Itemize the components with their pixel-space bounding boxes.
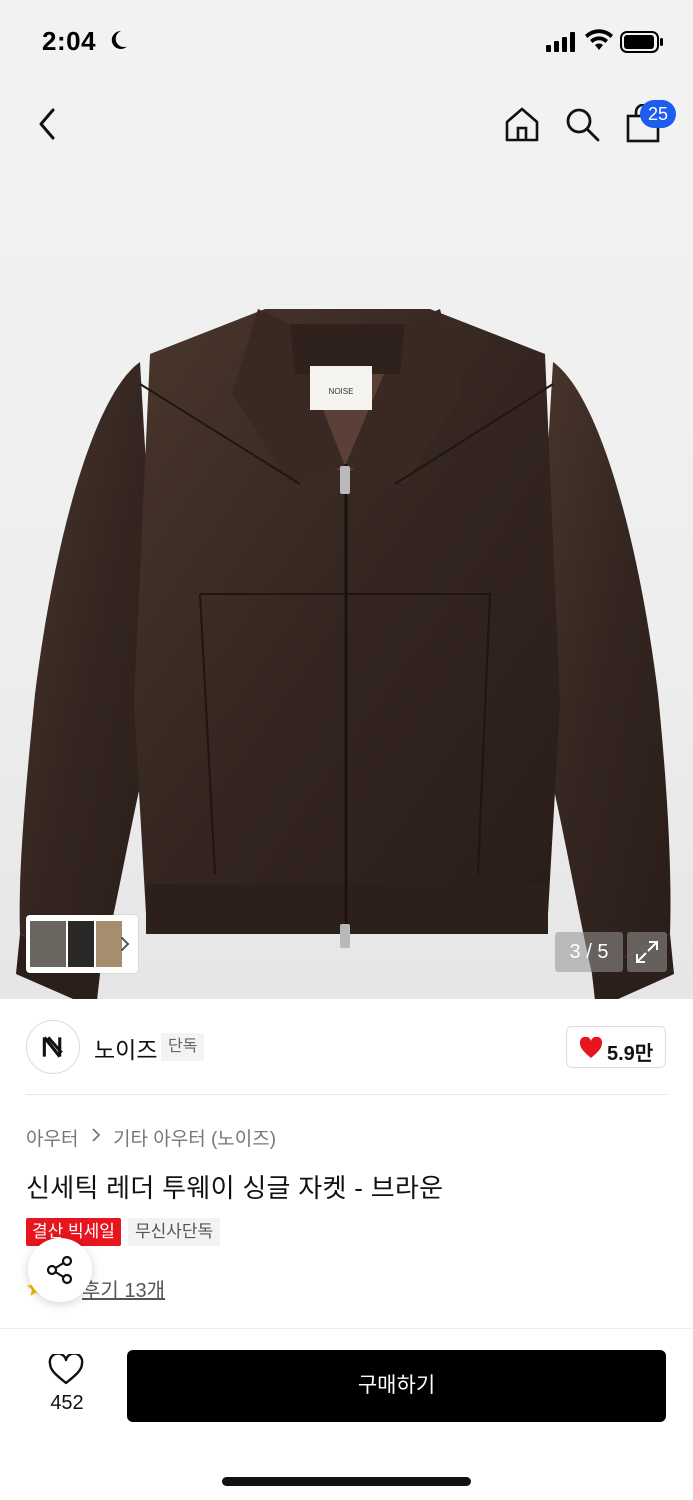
review-link[interactable]: 후기 13개 xyxy=(82,1274,165,1303)
share-button[interactable] xyxy=(28,1238,92,1302)
breadcrumb: 아우터 기타 아우터 (노이즈) xyxy=(26,1124,276,1151)
cart-count-badge: 25 xyxy=(640,100,676,128)
status-bar: 2:04 xyxy=(0,0,693,84)
status-time: 2:04 xyxy=(42,26,97,56)
buy-button[interactable]: 구매하기 xyxy=(127,1350,666,1422)
divider xyxy=(0,1328,693,1329)
chevron-right-icon xyxy=(92,1127,101,1142)
signal-icon xyxy=(546,32,575,52)
thumbnail-image[interactable] xyxy=(30,921,66,967)
brand-logo-mark xyxy=(42,1036,63,1058)
share-icon xyxy=(46,1255,73,1285)
brand-like-button[interactable]: 5.9만 xyxy=(566,1026,666,1068)
image-pager: 3 / 5 xyxy=(555,932,623,972)
brand-logo[interactable] xyxy=(26,1020,80,1074)
back-icon[interactable] xyxy=(28,100,68,148)
wishlist-count: 452 xyxy=(50,1392,84,1414)
expand-icon xyxy=(636,941,658,963)
thumbnail-image[interactable] xyxy=(68,921,94,967)
breadcrumb-subcategory[interactable]: 기타 아우터 (노이즈) xyxy=(113,1124,276,1151)
heart-outline-icon xyxy=(48,1354,84,1385)
brand-name[interactable]: 노이즈 xyxy=(94,1031,157,1065)
chevron-right-icon[interactable] xyxy=(118,934,132,954)
heart-filled-icon xyxy=(579,1037,603,1058)
brand-like-count: 5.9만 xyxy=(607,1043,654,1065)
exclusive-badge: 단독 xyxy=(161,1033,205,1061)
breadcrumb-category[interactable]: 아우터 xyxy=(26,1124,78,1151)
search-icon[interactable] xyxy=(562,104,602,144)
expand-button[interactable] xyxy=(627,932,667,972)
jacket-label: NOISE xyxy=(329,387,354,396)
musinsa-exclusive-tag: 무신사단독 xyxy=(128,1218,221,1246)
product-title: 신세틱 레더 투웨이 싱글 자켓 - 브라운 xyxy=(26,1173,444,1203)
home-indicator xyxy=(222,1477,471,1486)
wifi-icon xyxy=(585,29,613,50)
wishlist-button[interactable]: 452 xyxy=(36,1352,98,1418)
product-image: NOISE xyxy=(16,309,674,999)
product-image-gallery[interactable]: NOISE xyxy=(0,84,693,999)
moon-icon xyxy=(111,30,127,49)
divider xyxy=(26,1094,667,1095)
home-icon[interactable] xyxy=(502,104,542,144)
battery-icon xyxy=(620,31,663,53)
